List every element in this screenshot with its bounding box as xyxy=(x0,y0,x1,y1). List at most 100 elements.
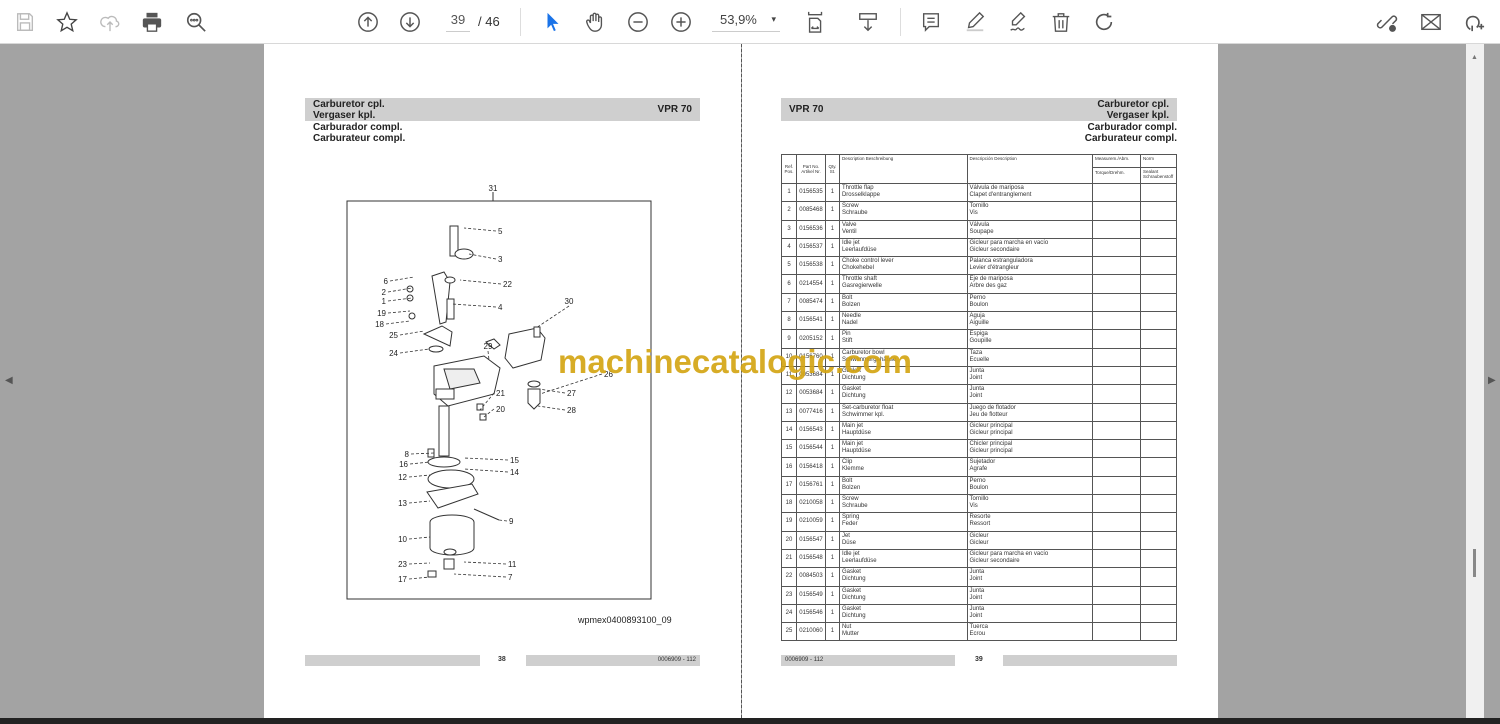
zoom-in-icon[interactable] xyxy=(668,9,694,35)
hand-icon[interactable] xyxy=(582,9,608,35)
cell-part-no: 0210059 xyxy=(795,512,826,532)
callout-label: 8 xyxy=(405,450,410,459)
select-cursor-icon[interactable] xyxy=(540,9,566,35)
callout-label: 16 xyxy=(399,460,408,469)
sign-icon[interactable] xyxy=(1005,9,1031,35)
leader-line xyxy=(538,388,566,394)
table-row: 8 0156541 1 Needle Nadel Aguja Aiguille xyxy=(781,311,1178,331)
cell-qty: 1 xyxy=(824,548,840,569)
leader-line xyxy=(459,279,502,285)
zoom-out-icon[interactable] xyxy=(625,9,651,35)
comment-icon[interactable] xyxy=(918,9,944,35)
cell-ref: 14 xyxy=(781,420,797,441)
leader-line xyxy=(409,461,431,465)
add-user-icon[interactable] xyxy=(1461,9,1487,35)
rotate-icon[interactable] xyxy=(1091,9,1117,35)
cell-desc: Idle jet Leerlaufdüse xyxy=(838,237,968,258)
header-title-fr: Carburateur compl. xyxy=(1084,133,1177,144)
cell-part-no: 0156544 xyxy=(795,439,826,459)
cell-desc2: Junta Joint xyxy=(966,603,1094,624)
cell-desc2: Junta Joint xyxy=(966,585,1094,605)
share-link-icon[interactable] xyxy=(1374,9,1400,35)
table-row: 4 0156537 1 Idle jet Leerlaufdüse Gicleur… xyxy=(781,237,1178,258)
page-header-bar: VPR 70 Carburetor cpl. Vergaser kpl. xyxy=(781,98,1177,121)
prev-page-arrow[interactable]: ◀ xyxy=(5,375,13,386)
zoom-value: 53,9% xyxy=(720,12,757,27)
leader-line xyxy=(498,519,508,522)
page-down-icon[interactable] xyxy=(397,9,423,35)
cell-measure xyxy=(1092,494,1141,514)
bookmark-star-icon[interactable] xyxy=(54,9,80,35)
table-row: 15 0156544 1 Main jet Hauptdüse Chicler p… xyxy=(781,439,1178,459)
cell-part-no: 0156538 xyxy=(795,256,826,276)
callout-label: 18 xyxy=(375,320,384,329)
fit-page-icon[interactable] xyxy=(803,9,829,35)
callout-label: 9 xyxy=(509,517,514,526)
next-page-arrow[interactable]: ▶ xyxy=(1488,375,1496,386)
cell-measure xyxy=(1092,384,1141,404)
cell-desc2: Junta Joint xyxy=(966,384,1094,404)
leader-line xyxy=(408,474,431,478)
toolbar: 39 / 46 53,9% ▾ xyxy=(0,0,1500,44)
col-norm: Norm Sealant Schraubenstoff xyxy=(1139,154,1178,184)
cell-norm xyxy=(1139,384,1178,404)
cell-part-no: 0156546 xyxy=(795,603,826,624)
save-icon[interactable] xyxy=(12,9,38,35)
zoom-select[interactable]: 53,9% ▾ xyxy=(712,12,780,32)
cell-qty: 1 xyxy=(824,567,840,587)
cell-norm xyxy=(1139,603,1178,624)
cell-norm xyxy=(1139,182,1178,203)
cell-ref: 7 xyxy=(781,292,797,313)
table-header-row: Ref. Pos. Part No. Artikel Nr. Qty. St. … xyxy=(781,154,1178,184)
highlight-icon[interactable] xyxy=(962,9,988,35)
cell-ref: 17 xyxy=(781,475,797,496)
cell-desc: Throttle shaft Gasregierwelle xyxy=(838,274,968,294)
email-icon[interactable] xyxy=(1418,9,1444,35)
cell-norm xyxy=(1139,292,1178,313)
table-row: 2 0085468 1 Screw Schraube Tornillo Vis xyxy=(781,201,1178,221)
cell-part-no: 0156537 xyxy=(795,237,826,258)
vertical-scrollbar[interactable]: ▲ xyxy=(1466,44,1484,718)
cell-ref: 21 xyxy=(781,548,797,569)
page-number-input[interactable]: 39 xyxy=(446,12,470,32)
leader-line xyxy=(451,303,497,308)
scrollbar-thumb[interactable] xyxy=(1473,549,1476,577)
cell-part-no: 0156536 xyxy=(795,219,826,239)
callout-label: 30 xyxy=(565,297,574,306)
cell-measure xyxy=(1092,274,1141,294)
cell-desc2: Resorte Ressort xyxy=(966,512,1094,532)
footer-bar xyxy=(305,655,480,666)
divider xyxy=(900,8,901,36)
cell-desc: Gasket Dichtung xyxy=(838,585,968,605)
leader-line xyxy=(408,562,431,565)
cell-qty: 1 xyxy=(824,256,840,276)
callout-label: 5 xyxy=(498,227,503,236)
cell-measure xyxy=(1092,311,1141,331)
page-up-icon[interactable] xyxy=(355,9,381,35)
find-icon[interactable] xyxy=(183,9,209,35)
cell-part-no: 0156543 xyxy=(795,420,826,441)
leader-line xyxy=(483,408,495,418)
table-row: 12 0053684 1 Gasket Dichtung Junta Joint xyxy=(781,384,1178,404)
cell-qty: 1 xyxy=(824,585,840,605)
cell-measure xyxy=(1092,201,1141,221)
cell-desc2: Perno Boulon xyxy=(966,292,1094,313)
col-part: Part No. Artikel Nr. xyxy=(795,154,826,184)
delete-icon[interactable] xyxy=(1048,9,1074,35)
cell-measure xyxy=(1092,347,1141,367)
leader-line xyxy=(453,573,507,578)
cell-qty: 1 xyxy=(824,384,840,404)
cell-qty: 1 xyxy=(824,292,840,313)
cell-qty: 1 xyxy=(824,475,840,496)
upload-cloud-icon[interactable] xyxy=(97,9,123,35)
cell-norm xyxy=(1139,475,1178,496)
cell-qty: 1 xyxy=(824,420,840,441)
cell-part-no: 0085474 xyxy=(795,292,826,313)
scroll-mode-icon[interactable] xyxy=(855,9,881,35)
footer-code: 0006909 - 112 xyxy=(526,655,700,666)
print-icon[interactable] xyxy=(139,9,165,35)
cell-norm xyxy=(1139,237,1178,258)
cell-desc: Throttle flap Drosselklappe xyxy=(838,182,968,203)
callout-label: 17 xyxy=(398,575,407,584)
cell-ref: 5 xyxy=(781,256,797,276)
